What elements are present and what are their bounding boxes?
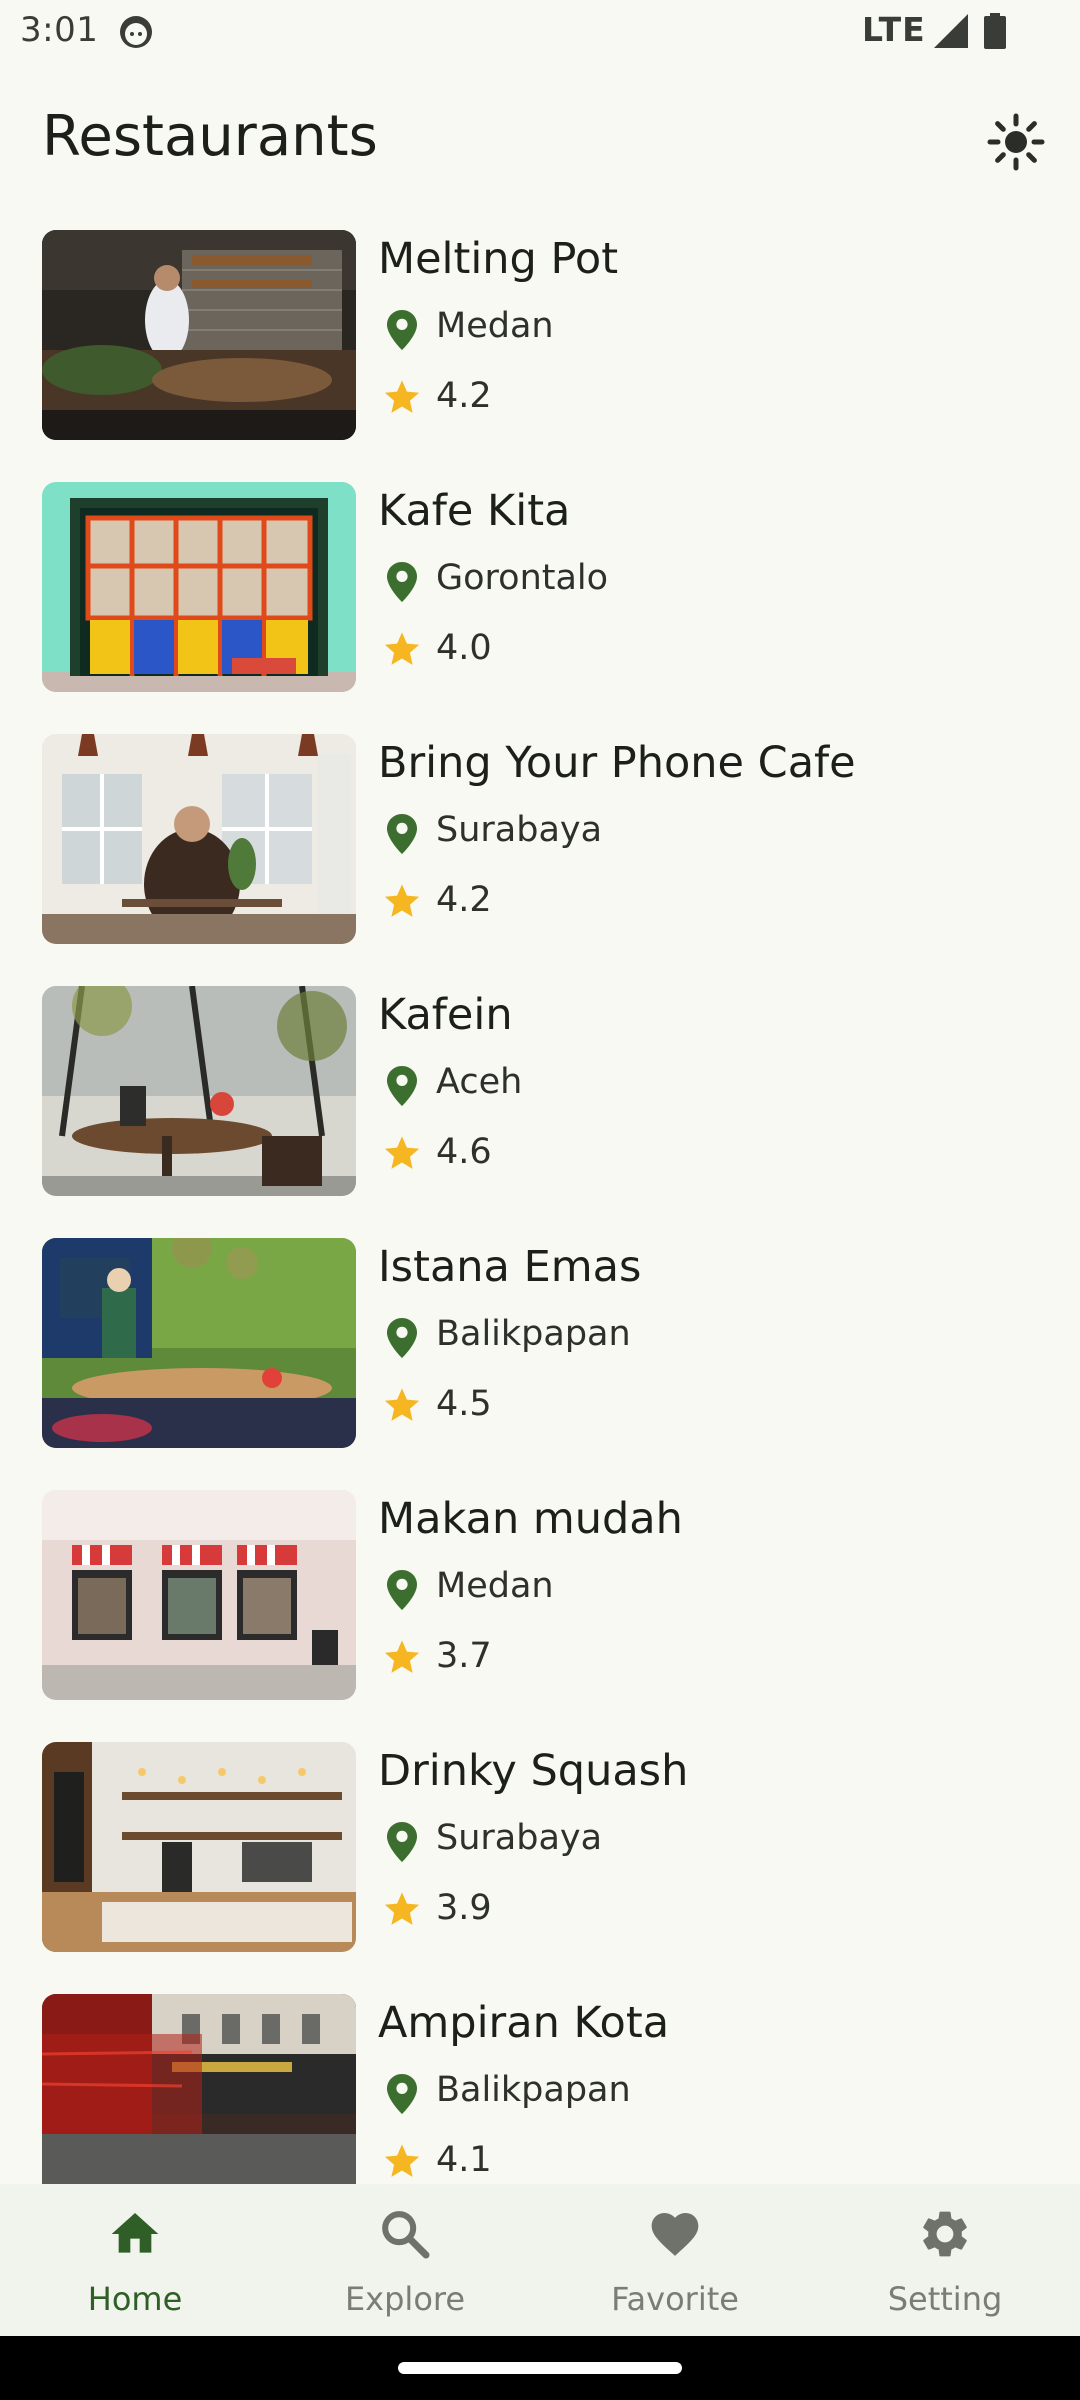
restaurant-card[interactable]: Kafein Aceh 4.6 bbox=[0, 956, 1080, 1208]
location-pin-icon bbox=[387, 2074, 417, 2114]
search-icon bbox=[382, 2211, 430, 2259]
location-pin-icon bbox=[387, 814, 417, 854]
restaurant-image bbox=[42, 1742, 356, 1952]
location-pin-icon bbox=[387, 562, 417, 602]
gear-icon bbox=[923, 2211, 967, 2257]
restaurant-rating: 4.0 bbox=[436, 628, 492, 668]
home-icon bbox=[111, 2213, 159, 2253]
restaurant-image bbox=[42, 230, 356, 440]
star-icon bbox=[384, 1388, 420, 1421]
nav-label-home: Home bbox=[87, 2280, 183, 2318]
network-type: LTE bbox=[862, 10, 926, 49]
nav-label-setting: Setting bbox=[887, 2280, 1003, 2318]
theme-toggle-button[interactable] bbox=[978, 104, 1054, 180]
restaurant-name: Kafe Kita bbox=[378, 486, 571, 536]
restaurant-rating: 4.5 bbox=[436, 1384, 492, 1424]
restaurant-rating: 3.7 bbox=[436, 1636, 492, 1676]
star-icon bbox=[384, 380, 420, 413]
assistant-face-icon bbox=[118, 14, 154, 50]
battery-icon bbox=[984, 13, 1006, 49]
location-pin-icon bbox=[387, 310, 417, 350]
nav-label-explore: Explore bbox=[344, 2280, 466, 2318]
restaurant-name: Kafein bbox=[378, 990, 513, 1040]
status-bar: 3:01 LTE bbox=[0, 0, 1080, 64]
app-bar: Restaurants bbox=[0, 88, 1080, 188]
restaurant-name: Ampiran Kota bbox=[378, 1998, 670, 2048]
restaurant-city: Balikpapan bbox=[436, 2070, 631, 2110]
bottom-navigation: Home Explore Favorite Setting bbox=[0, 2184, 1080, 2336]
restaurant-name: Melting Pot bbox=[378, 234, 619, 284]
location-pin-icon bbox=[387, 1822, 417, 1862]
heart-icon bbox=[651, 2213, 699, 2256]
restaurant-card[interactable]: Makan mudah Medan 3.7 bbox=[0, 1460, 1080, 1712]
restaurant-name: Istana Emas bbox=[378, 1242, 642, 1292]
nav-item-setting[interactable]: Setting bbox=[810, 2184, 1080, 2336]
page-title: Restaurants bbox=[42, 104, 378, 169]
home-gesture-handle[interactable] bbox=[398, 2362, 682, 2374]
nav-item-favorite[interactable]: Favorite bbox=[540, 2184, 810, 2336]
restaurant-card[interactable]: Kafe Kita Gorontalo 4.0 bbox=[0, 452, 1080, 704]
restaurant-rating: 4.6 bbox=[436, 1132, 492, 1172]
restaurant-city: Medan bbox=[436, 1566, 554, 1606]
restaurant-city: Surabaya bbox=[436, 810, 603, 850]
restaurant-rating: 4.2 bbox=[436, 376, 492, 416]
nav-label-favorite: Favorite bbox=[611, 2280, 739, 2318]
sun-icon bbox=[987, 113, 1045, 171]
restaurant-image bbox=[42, 1994, 356, 2184]
restaurant-rating: 4.2 bbox=[436, 880, 492, 920]
restaurant-image bbox=[42, 1238, 356, 1448]
location-pin-icon bbox=[387, 1066, 417, 1106]
app-screen: 3:01 LTE Restaurants Melting Pot Medan 4… bbox=[0, 0, 1080, 2400]
signal-icon bbox=[934, 14, 968, 48]
restaurant-image bbox=[42, 482, 356, 692]
nav-item-home[interactable]: Home bbox=[0, 2184, 270, 2336]
star-icon bbox=[384, 1136, 420, 1169]
restaurant-city: Balikpapan bbox=[436, 1314, 631, 1354]
restaurant-name: Makan mudah bbox=[378, 1494, 683, 1544]
restaurant-card[interactable]: Bring Your Phone Cafe Surabaya 4.2 bbox=[0, 704, 1080, 956]
star-icon bbox=[384, 1640, 420, 1673]
restaurant-card[interactable]: Istana Emas Balikpapan 4.5 bbox=[0, 1208, 1080, 1460]
restaurant-city: Surabaya bbox=[436, 1818, 603, 1858]
restaurant-city: Aceh bbox=[436, 1062, 523, 1102]
restaurant-city: Gorontalo bbox=[436, 558, 609, 598]
system-gesture-bar bbox=[0, 2336, 1080, 2400]
restaurant-image bbox=[42, 986, 356, 1196]
restaurant-rating: 4.1 bbox=[436, 2140, 492, 2180]
restaurant-city: Medan bbox=[436, 306, 554, 346]
restaurant-name: Bring Your Phone Cafe bbox=[378, 738, 856, 788]
star-icon bbox=[384, 884, 420, 917]
restaurant-name: Drinky Squash bbox=[378, 1746, 689, 1796]
location-pin-icon bbox=[387, 1318, 417, 1358]
star-icon bbox=[384, 2144, 420, 2177]
restaurant-card[interactable]: Ampiran Kota Balikpapan 4.1 bbox=[0, 1964, 1080, 2184]
status-time: 3:01 bbox=[20, 10, 99, 50]
restaurant-card[interactable]: Melting Pot Medan 4.2 bbox=[0, 200, 1080, 452]
restaurant-image bbox=[42, 734, 356, 944]
nav-item-explore[interactable]: Explore bbox=[270, 2184, 540, 2336]
restaurant-rating: 3.9 bbox=[436, 1888, 492, 1928]
star-icon bbox=[384, 1892, 420, 1925]
restaurant-list[interactable]: Melting Pot Medan 4.2 Kafe Kita Gorontal… bbox=[0, 200, 1080, 2184]
star-icon bbox=[384, 632, 420, 665]
restaurant-card[interactable]: Drinky Squash Surabaya 3.9 bbox=[0, 1712, 1080, 1964]
restaurant-image bbox=[42, 1490, 356, 1700]
location-pin-icon bbox=[387, 1570, 417, 1610]
